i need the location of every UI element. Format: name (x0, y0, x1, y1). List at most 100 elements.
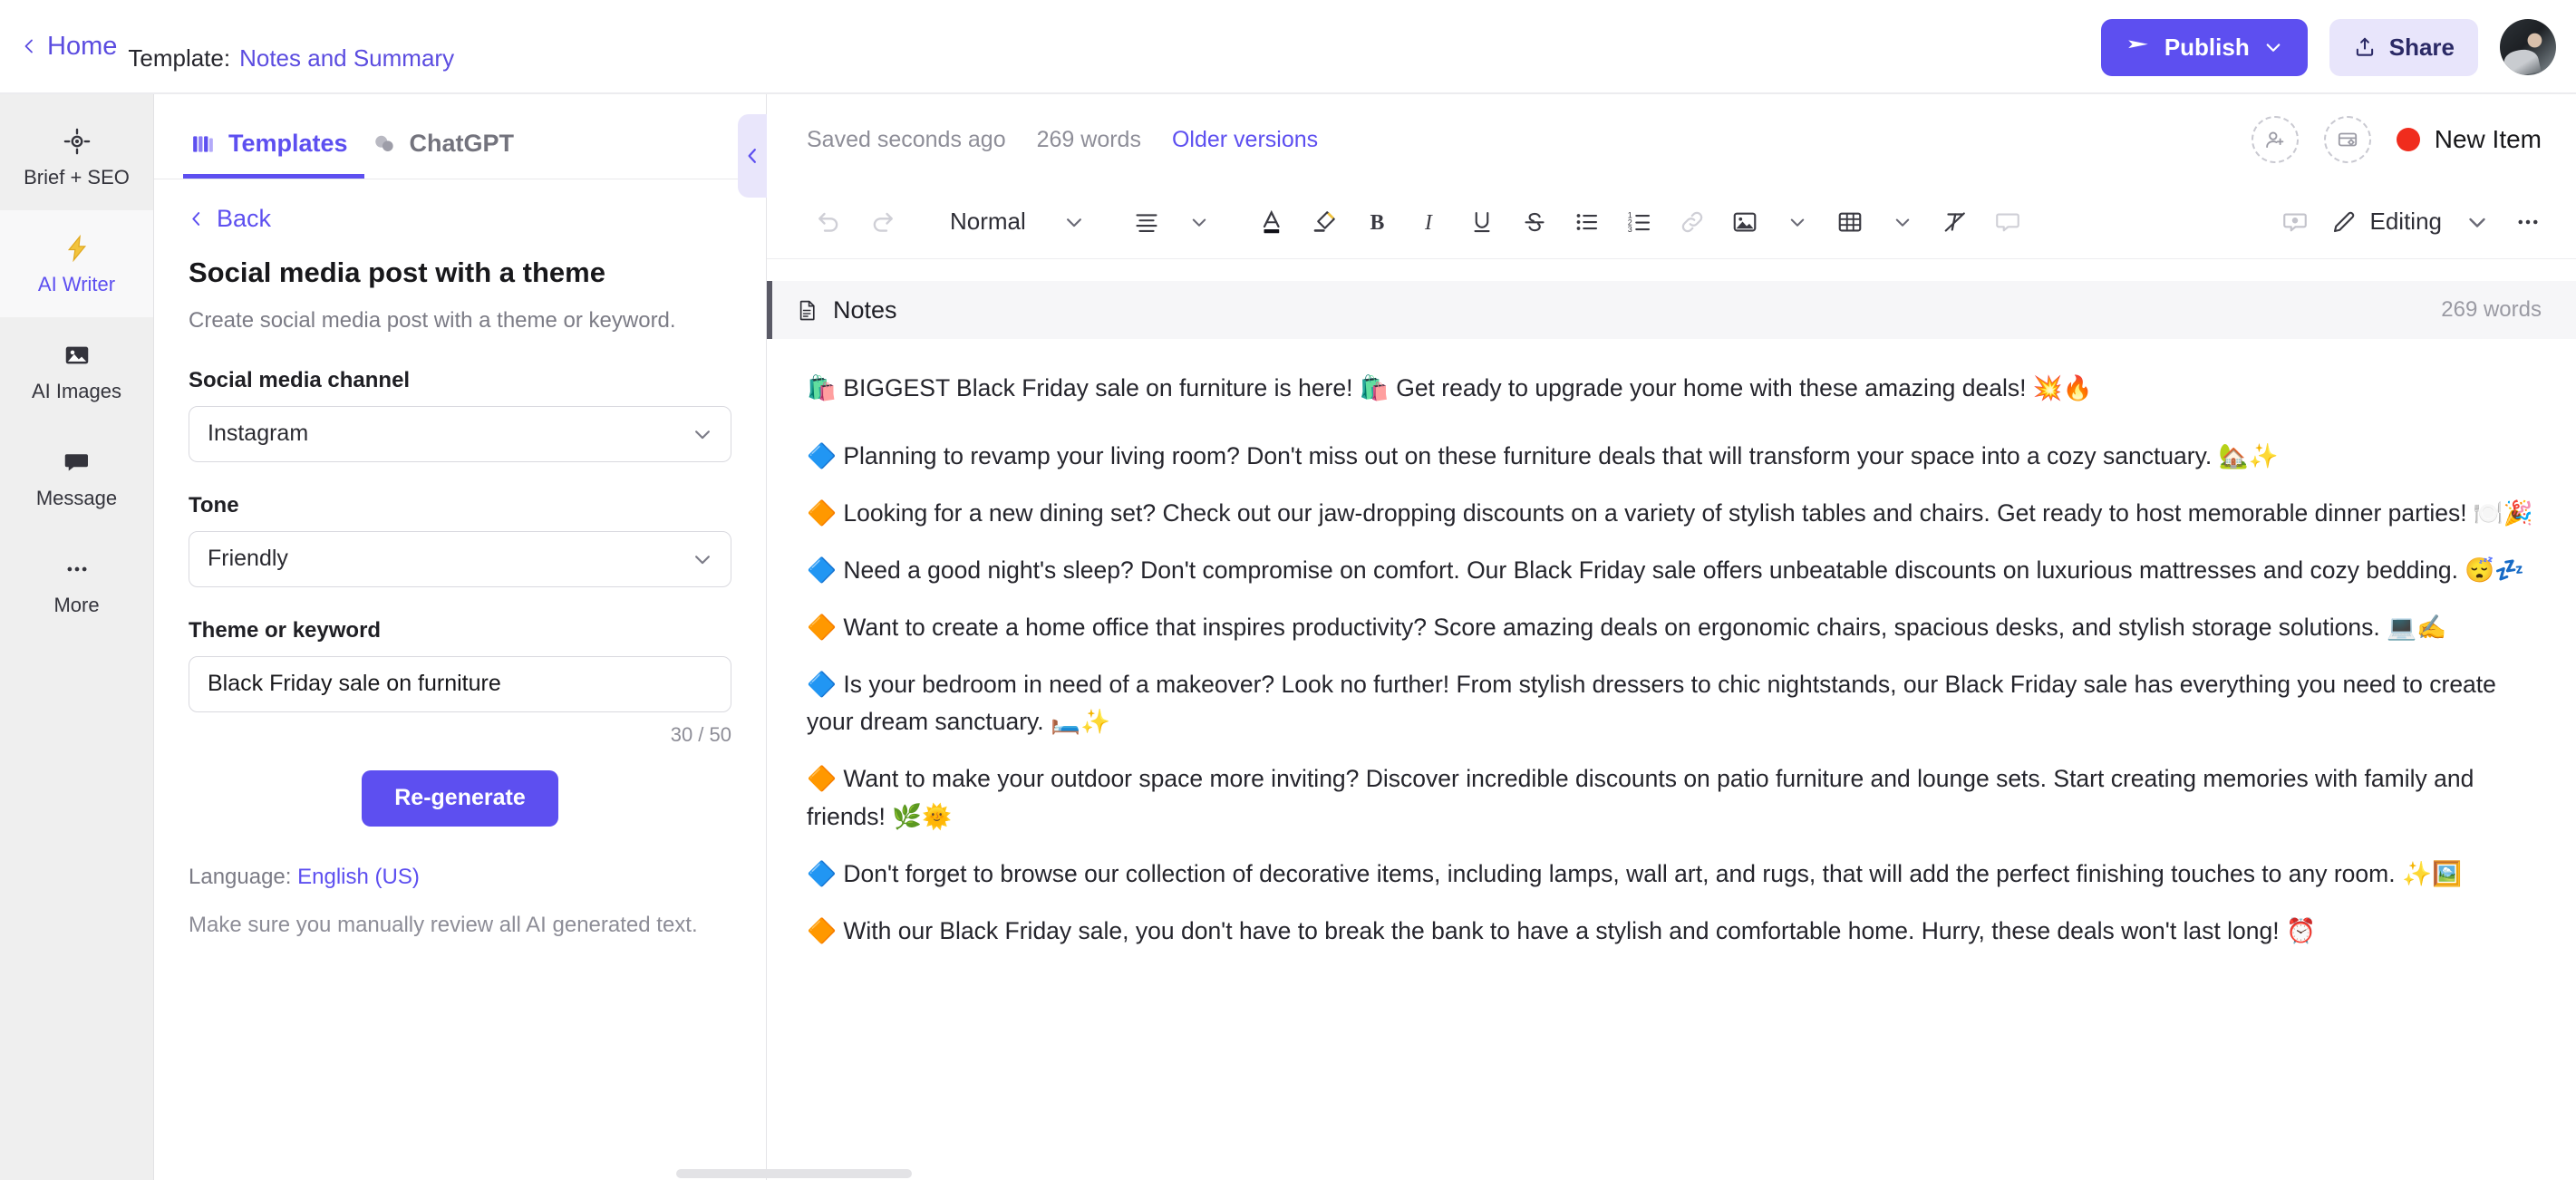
document-paragraphs[interactable]: 🛍️ BIGGEST Black Friday sale on furnitur… (767, 339, 2576, 950)
sidebar-item-more[interactable]: More (0, 531, 153, 638)
editor-status-bar: Saved seconds ago 269 words Older versio… (767, 94, 2576, 185)
document-icon (796, 299, 818, 322)
template-title: Social media post with a theme (189, 256, 605, 288)
sidebar-item-label: AI Writer (37, 272, 116, 295)
bullet-list-button[interactable] (1563, 198, 1612, 247)
insert-image-button[interactable] (1720, 198, 1769, 247)
chevron-down-icon (692, 549, 712, 569)
tab-chatgpt[interactable]: ChatGPT (364, 130, 531, 179)
share-button[interactable]: Share (2329, 18, 2478, 76)
clear-formatting-button[interactable] (1931, 198, 1980, 247)
tone-select[interactable]: Friendly (189, 530, 731, 587)
toolbar-right-group: Editing (2271, 198, 2553, 247)
lightning-icon (61, 232, 93, 265)
document-canvas[interactable]: Notes 269 words 🛍️ BIGGEST Black Friday … (767, 259, 2576, 1180)
saved-status: Saved seconds ago (807, 126, 1006, 152)
editing-label: Editing (2369, 208, 2443, 235)
document-paragraph: 🔷 Planning to revamp your living room? D… (807, 442, 2279, 470)
editing-chevron-down-icon[interactable] (2453, 198, 2502, 247)
chevron-left-icon (744, 148, 760, 164)
publish-label: Publish (2164, 33, 2250, 61)
channel-field-label: Social media channel (189, 367, 411, 392)
left-nav-rail: Brief + SEO AI Writer AI Images Message … (0, 94, 154, 1180)
regenerate-button[interactable]: Re-generate (362, 769, 558, 827)
bold-button[interactable]: B (1352, 198, 1401, 247)
avatar[interactable] (2500, 19, 2556, 75)
older-versions-link[interactable]: Older versions (1172, 127, 1318, 153)
italic-button[interactable]: I (1405, 198, 1454, 247)
breadcrumb: Template: Notes and Summary (128, 21, 454, 73)
notes-title-group: Notes (796, 296, 897, 324)
add-tag-button[interactable] (2323, 116, 2371, 163)
paragraph-style-label: Normal (950, 208, 1026, 235)
sidebar-item-label: Message (35, 486, 118, 509)
channel-selected-value: Instagram (208, 421, 309, 447)
panel-tab-bar: Templates ChatGPT (154, 94, 766, 179)
image-chevron-down-icon[interactable] (1773, 198, 1822, 247)
language-value-link[interactable]: English (US) (297, 865, 420, 889)
formatting-toolbar: Normal B I 1 2 3 Editing (767, 185, 2576, 259)
new-item-label: New Item (2434, 125, 2542, 153)
sidebar-item-brief-seo[interactable]: Brief + SEO (0, 103, 153, 210)
chat-bubble-icon (61, 446, 93, 479)
align-chevron-down-icon[interactable] (1175, 198, 1224, 247)
back-button[interactable]: Back (189, 205, 731, 233)
chevron-down-icon (2264, 38, 2282, 56)
tab-templates[interactable]: Templates (183, 130, 364, 179)
table-chevron-down-icon[interactable] (1878, 198, 1927, 247)
tone-selected-value: Friendly (208, 546, 288, 572)
publish-button[interactable]: Publish (2100, 18, 2308, 76)
pencil-icon (2330, 208, 2358, 236)
upload-icon (2353, 35, 2377, 59)
editing-mode-button[interactable]: Editing (2321, 208, 2452, 236)
collapse-panel-button[interactable] (738, 114, 767, 198)
new-item-status-badge[interactable]: New Item (2396, 125, 2542, 154)
svg-text:B: B (1370, 211, 1384, 235)
sidebar-item-label: AI Images (31, 379, 122, 402)
language-line: Language: English (US) (189, 865, 731, 890)
notes-title: Notes (833, 295, 897, 324)
strikethrough-button[interactable] (1510, 198, 1559, 247)
sidebar-item-label: More (53, 593, 100, 616)
sidebar-item-message[interactable]: Message (0, 424, 153, 531)
add-collaborator-button[interactable] (2251, 116, 2299, 163)
text-color-button[interactable] (1247, 198, 1296, 247)
redo-button[interactable] (857, 198, 906, 247)
document-paragraph: 🔶 With our Black Friday sale, you don't … (807, 916, 2316, 944)
notes-word-count: 269 words (2441, 297, 2542, 322)
comment-button[interactable] (1983, 198, 2032, 247)
image-icon (61, 339, 93, 372)
share-label: Share (2388, 33, 2455, 61)
comment-indicator-button[interactable] (2271, 198, 2319, 247)
social-media-channel-select[interactable]: Instagram (189, 405, 731, 462)
sidebar-item-ai-images[interactable]: AI Images (0, 317, 153, 424)
theme-keyword-input[interactable]: Black Friday sale on furniture (189, 655, 731, 712)
app-root: Home Template: Notes and Summary Publish (0, 0, 2576, 1180)
document-paragraph: 🔷 Don't forget to browse our collection … (807, 859, 2462, 887)
status-dot-icon (2396, 128, 2420, 151)
align-button[interactable] (1122, 198, 1171, 247)
highlight-button[interactable] (1300, 198, 1349, 247)
paragraph-style-dropdown[interactable]: Normal (930, 198, 1046, 247)
undo-button[interactable] (805, 198, 854, 247)
numbered-list-button[interactable]: 1 2 3 (1615, 198, 1664, 247)
sidebar-item-ai-writer[interactable]: AI Writer (0, 210, 153, 317)
document-paragraph: 🔷 Need a good night's sleep? Don't compr… (807, 556, 2525, 585)
send-icon (2126, 35, 2150, 59)
books-icon (190, 131, 216, 157)
home-back-link[interactable]: Home (22, 32, 117, 62)
word-count: 269 words (1036, 126, 1141, 152)
more-options-button[interactable] (2503, 198, 2552, 247)
link-button[interactable] (1668, 198, 1717, 247)
keyword-field-label: Theme or keyword (189, 617, 382, 643)
paragraph-style-chevron[interactable] (1050, 198, 1099, 247)
insert-table-button[interactable] (1825, 198, 1874, 247)
template-name-link[interactable]: Notes and Summary (239, 44, 454, 73)
editor-status-actions: New Item (2251, 116, 2542, 163)
template-description: Create social media post with a theme or… (189, 308, 676, 333)
underline-button[interactable] (1457, 198, 1506, 247)
document-paragraph: 🔶 Want to create a home office that insp… (807, 614, 2447, 642)
horizontal-scrollbar[interactable] (676, 1169, 912, 1178)
notes-section-header: Notes 269 words (767, 281, 2576, 339)
tab-label: Templates (228, 130, 348, 157)
